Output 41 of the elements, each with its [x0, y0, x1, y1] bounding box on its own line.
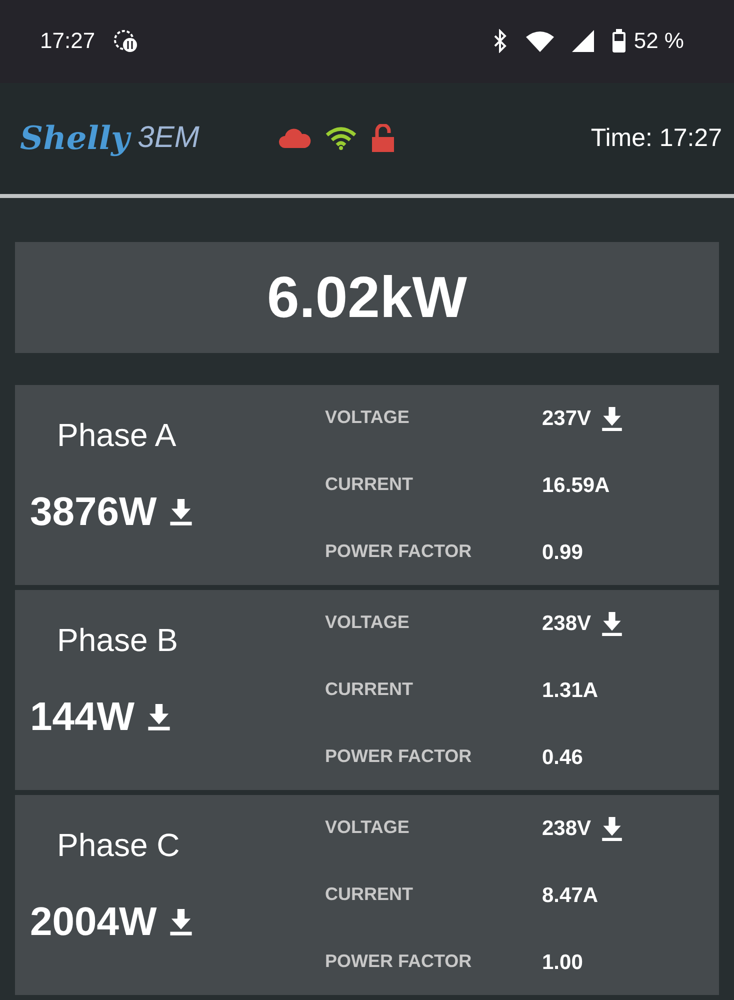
phase-power: 144W [30, 695, 134, 740]
wifi-icon [526, 30, 554, 52]
metric-value: 237V [542, 407, 592, 431]
metric-label: CURRENT [325, 474, 414, 496]
bluetooth-icon [492, 29, 508, 54]
device-model: 3EM [138, 121, 200, 156]
metric-label: CURRENT [325, 884, 414, 906]
phase-power: 3876W [30, 490, 157, 535]
metric-value: 0.46 [542, 746, 583, 770]
metric-label: POWER FACTOR [325, 746, 473, 768]
wifi-icon [325, 126, 358, 150]
metric-value: 238V [542, 612, 592, 636]
phase-name: Phase C [57, 827, 181, 864]
brand-logo: Shelly [20, 119, 130, 158]
download-icon [168, 499, 193, 526]
metric-value: 8.47A [542, 884, 598, 908]
metric-label: VOLTAGE [325, 407, 410, 429]
battery-level: 52 % [634, 28, 684, 54]
metric-value: 238V [542, 817, 592, 841]
phase-name: Phase B [57, 622, 179, 659]
metric-value: 0.99 [542, 541, 583, 565]
battery-icon [612, 29, 626, 54]
total-power: 6.02kW [15, 242, 719, 353]
metric-label: CURRENT [325, 679, 414, 701]
metric-label: VOLTAGE [325, 817, 410, 839]
metric-label: VOLTAGE [325, 612, 410, 634]
sync-icon [113, 28, 140, 54]
clock: 17:27 [40, 28, 96, 54]
metric-label: POWER FACTOR [325, 541, 473, 563]
signal-icon [572, 30, 594, 52]
phase-name: Phase A [57, 417, 178, 454]
metric-label: POWER FACTOR [325, 951, 473, 973]
unlocked-icon [371, 124, 396, 152]
metric-value: 1.31A [542, 679, 598, 703]
metric-value: 1.00 [542, 951, 583, 975]
download-icon [168, 909, 193, 936]
metric-value: 16.59A [542, 474, 610, 498]
cloud-icon [279, 128, 312, 148]
phase-power: 2004W [30, 900, 157, 945]
download-icon [146, 704, 170, 731]
device-time: Time: 17:27 [590, 124, 722, 153]
